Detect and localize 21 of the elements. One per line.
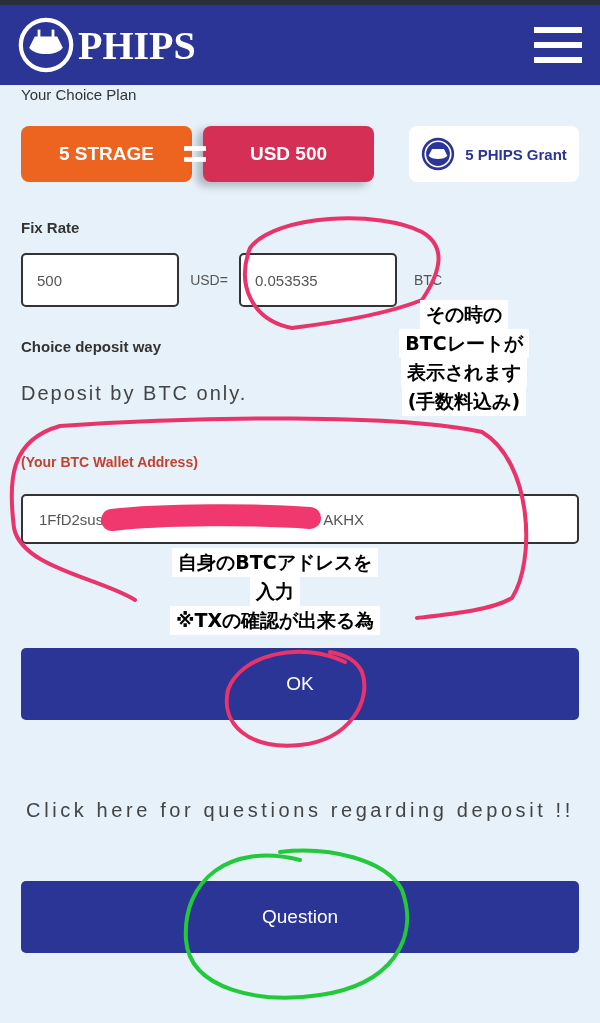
equals-icon [184, 145, 206, 163]
logo-text: PHIPS [78, 21, 196, 69]
ok-button[interactable]: OK [21, 648, 579, 720]
menu-button[interactable] [534, 27, 582, 63]
annotation-callout: 自身のBTCアドレスを 入力 ※TXの確認が出来る為 [130, 548, 420, 635]
btc-field[interactable]: 0.053535 [239, 253, 397, 307]
ship-logo-icon [18, 17, 74, 73]
menu-icon [534, 27, 582, 63]
grant-text: 5 PHIPS Grant [465, 145, 567, 163]
unit-text: USD= [189, 272, 229, 288]
ship-logo-icon [421, 137, 456, 171]
rate-label: Fix Rate [21, 219, 80, 238]
help-text: Click here for questions regarding deposit !! [25, 798, 575, 823]
wallet-label: (Your BTC Wallet Address) [21, 454, 198, 472]
plan-pill: 5 STRAGE [21, 126, 192, 182]
question-button[interactable]: Question [21, 881, 579, 953]
deposit-method-text: Deposit by BTC only. [21, 382, 248, 406]
usd-field[interactable]: 500 [21, 253, 179, 307]
plan-pill: USD 500 [203, 126, 374, 182]
deposit-label: Choice deposit way [21, 338, 162, 357]
plan-label: Your Choice Plan [21, 85, 137, 105]
